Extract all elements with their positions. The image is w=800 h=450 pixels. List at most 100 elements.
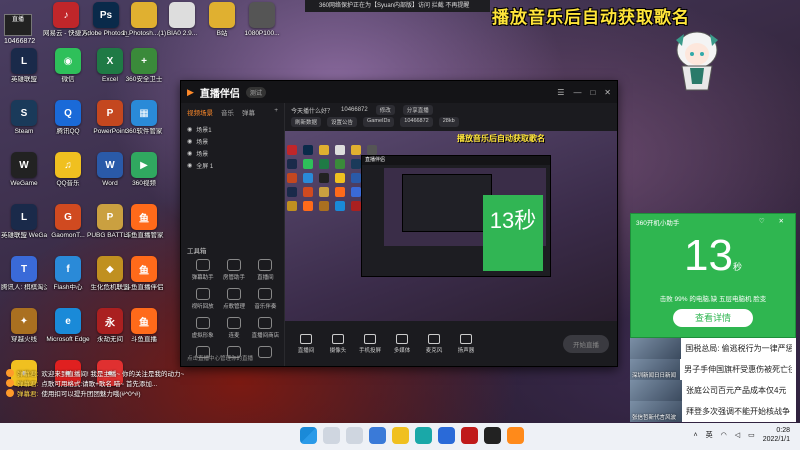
desktop-icon[interactable]: ♪网易云 - 快捷方式 (43, 2, 89, 54)
minimize-icon[interactable]: — (573, 88, 581, 97)
desktop-icon[interactable]: 鱼斗鱼直播伴侣 (122, 256, 166, 308)
desktop-icon[interactable]: f Flash中心 (46, 256, 90, 308)
language-indicator[interactable]: 英 (706, 430, 713, 440)
tab-danmaku[interactable]: 弹幕 (242, 107, 255, 117)
popup-controls[interactable]: ♡ ✕ (759, 217, 790, 225)
desktop-icon[interactable]: 鱼斗鱼直播 (122, 308, 166, 360)
desktop-icon[interactable]: 1080P100... (240, 2, 284, 54)
tool-item[interactable]: 点歌管理 (218, 288, 249, 310)
app-icon: ▦ (131, 100, 157, 126)
desktop-icon[interactable]: T 腾讯人: 棋棋淘汰赛 (1, 256, 47, 308)
tool-item[interactable]: 音乐伴奏 (250, 288, 281, 310)
room-pill[interactable]: 刷新数据 (291, 117, 322, 127)
room-title[interactable]: 今天播什么好？ (291, 106, 333, 115)
bottom-tool[interactable]: 多媒体 (389, 334, 415, 354)
sidebar-footer[interactable]: 点击直播中心管理你的直播 (187, 354, 253, 362)
tool-item[interactable]: 连麦 (218, 317, 249, 339)
scene-label: 场景1 (196, 127, 212, 134)
eye-icon[interactable]: ◉ (187, 138, 192, 145)
news-item[interactable]: 张信哲新代言风波 拜登多次强调不能开始核战争 (630, 401, 796, 422)
tool-item[interactable]: 直播间 (250, 259, 281, 281)
clock[interactable]: 0:28 2022/1/1 (763, 426, 790, 444)
desktop-icon-label: 腾讯人: 棋棋淘汰赛 (1, 284, 47, 291)
wifi-icon[interactable]: ◠ (721, 431, 727, 439)
preview-icon (351, 159, 361, 169)
desktop-icon[interactable]: BIA0 2.9... (160, 2, 204, 54)
preview-icon (335, 145, 345, 155)
eye-icon[interactable]: ◉ (187, 126, 192, 133)
desktop-icon-label: 斗鱼直播伴侣 (124, 284, 164, 291)
speaker-icon[interactable]: ◁ (735, 431, 740, 439)
eye-icon[interactable]: ◉ (187, 150, 192, 157)
tool-item[interactable] (250, 346, 281, 360)
app-icon[interactable] (461, 427, 478, 444)
file-explorer-icon[interactable] (392, 427, 409, 444)
news-item[interactable]: 张庭公司百元产品成本仅4元 (630, 380, 796, 401)
room-pill[interactable]: 设置公告 (327, 117, 358, 127)
widgets-icon[interactable] (369, 427, 386, 444)
start-live-button[interactable]: 开始直播 (563, 335, 609, 353)
bottom-tool[interactable]: 直播间 (293, 334, 319, 354)
mascot-image (668, 28, 726, 94)
news-item[interactable]: 深圳新闻日日新闻 男子手伸国旗杆受惠伤被死亡往 (630, 359, 796, 380)
share-button[interactable]: 分享直播 (402, 105, 433, 115)
desktop-icon[interactable]: ▦ 360软件管家 (122, 100, 166, 152)
desktop-icon[interactable]: ◉ 微信 (46, 48, 90, 100)
desktop-icon[interactable]: L 英雄联盟 (2, 48, 46, 100)
tool-item[interactable]: 房管助手 (218, 259, 249, 281)
view-details-button[interactable]: 查看详情 (673, 309, 753, 327)
scene-item[interactable]: ◉ 场景 (187, 147, 278, 159)
tool-item[interactable]: 视听回放 (187, 288, 218, 310)
desktop-icon[interactable]: ♫ QQ音乐 (46, 152, 90, 204)
eye-icon[interactable]: ◉ (187, 162, 192, 169)
desktop-icon[interactable]: ✦ 穿越火线 (2, 308, 46, 360)
news-item[interactable]: 国税总局: 偷逃税行为一律严惩 (630, 338, 796, 359)
room-pill[interactable]: 28kb (438, 117, 459, 127)
search-icon[interactable] (323, 427, 340, 444)
desktop-icon[interactable]: 鱼斗鱼直播管家 (122, 204, 166, 256)
scene-item[interactable]: ◉ 场景1 (187, 123, 278, 135)
start-icon[interactable] (300, 427, 317, 444)
bottom-tool-label: 手机投屏 (358, 348, 381, 354)
tool-item[interactable]: 虚拟形象 (187, 317, 218, 339)
edge-icon[interactable] (415, 427, 432, 444)
desktop-icon[interactable]: S Steam (2, 100, 46, 152)
maximize-icon[interactable]: □ (590, 88, 595, 97)
desktop-icon[interactable]: B站 (200, 2, 244, 54)
preview-icon (303, 201, 313, 211)
bottom-tool[interactable]: 麦克风 (421, 334, 447, 354)
bottom-tool[interactable]: 扬声器 (453, 334, 479, 354)
tab-video-scene[interactable]: 视频场景 (187, 107, 213, 117)
task-view-icon[interactable] (346, 427, 363, 444)
app-icon: L (11, 204, 37, 230)
live-app-icon[interactable] (484, 427, 501, 444)
menu-icon[interactable]: ☰ (557, 88, 564, 97)
desktop-icon[interactable]: G GaomonT... (46, 204, 90, 256)
desktop-icon[interactable]: L 英雄联盟 WeGame版 (1, 204, 47, 256)
scene-label: 全屏 1 (196, 163, 214, 170)
tool-item[interactable]: 直播间商店 (250, 317, 281, 339)
scene-item[interactable]: ◉ 全屏 1 (187, 159, 278, 171)
desktop-icon[interactable]: ▶ 360视频 (122, 152, 166, 204)
add-icon[interactable]: + (274, 107, 278, 117)
scene-item[interactable]: ◉ 场景 (187, 135, 278, 147)
desktop-icon[interactable]: W WeGame (2, 152, 46, 204)
bottom-toolbar: 直播间 摄像头 手机投屏 多媒体 麦克风 扬声器 开始直播 (285, 322, 617, 366)
room-pill[interactable]: GameIDs (363, 117, 395, 127)
bottom-tool[interactable]: 摄像头 (325, 334, 351, 354)
desktop-icon-label: Flash中心 (53, 284, 83, 291)
room-pill[interactable]: 10466872 (400, 117, 433, 127)
desktop-icon[interactable]: e Microsoft Edge (46, 308, 90, 360)
preview-title: 播放音乐后自动获取歌名 (457, 134, 545, 143)
edit-button[interactable]: 修改 (375, 105, 395, 115)
store-icon[interactable] (438, 427, 455, 444)
tab-music[interactable]: 音乐 (221, 107, 234, 117)
gaomon-icon[interactable] (507, 427, 524, 444)
desktop-icon[interactable]: +360安全卫士 (122, 48, 166, 100)
chevron-up-icon[interactable]: ˄ (694, 432, 698, 439)
close-icon[interactable]: ✕ (604, 88, 611, 97)
battery-icon[interactable]: ▭ (748, 431, 755, 439)
desktop-icon[interactable]: Q 腾讯QQ (46, 100, 90, 152)
tool-item[interactable]: 弹幕助手 (187, 259, 218, 281)
bottom-tool[interactable]: 手机投屏 (357, 334, 383, 354)
